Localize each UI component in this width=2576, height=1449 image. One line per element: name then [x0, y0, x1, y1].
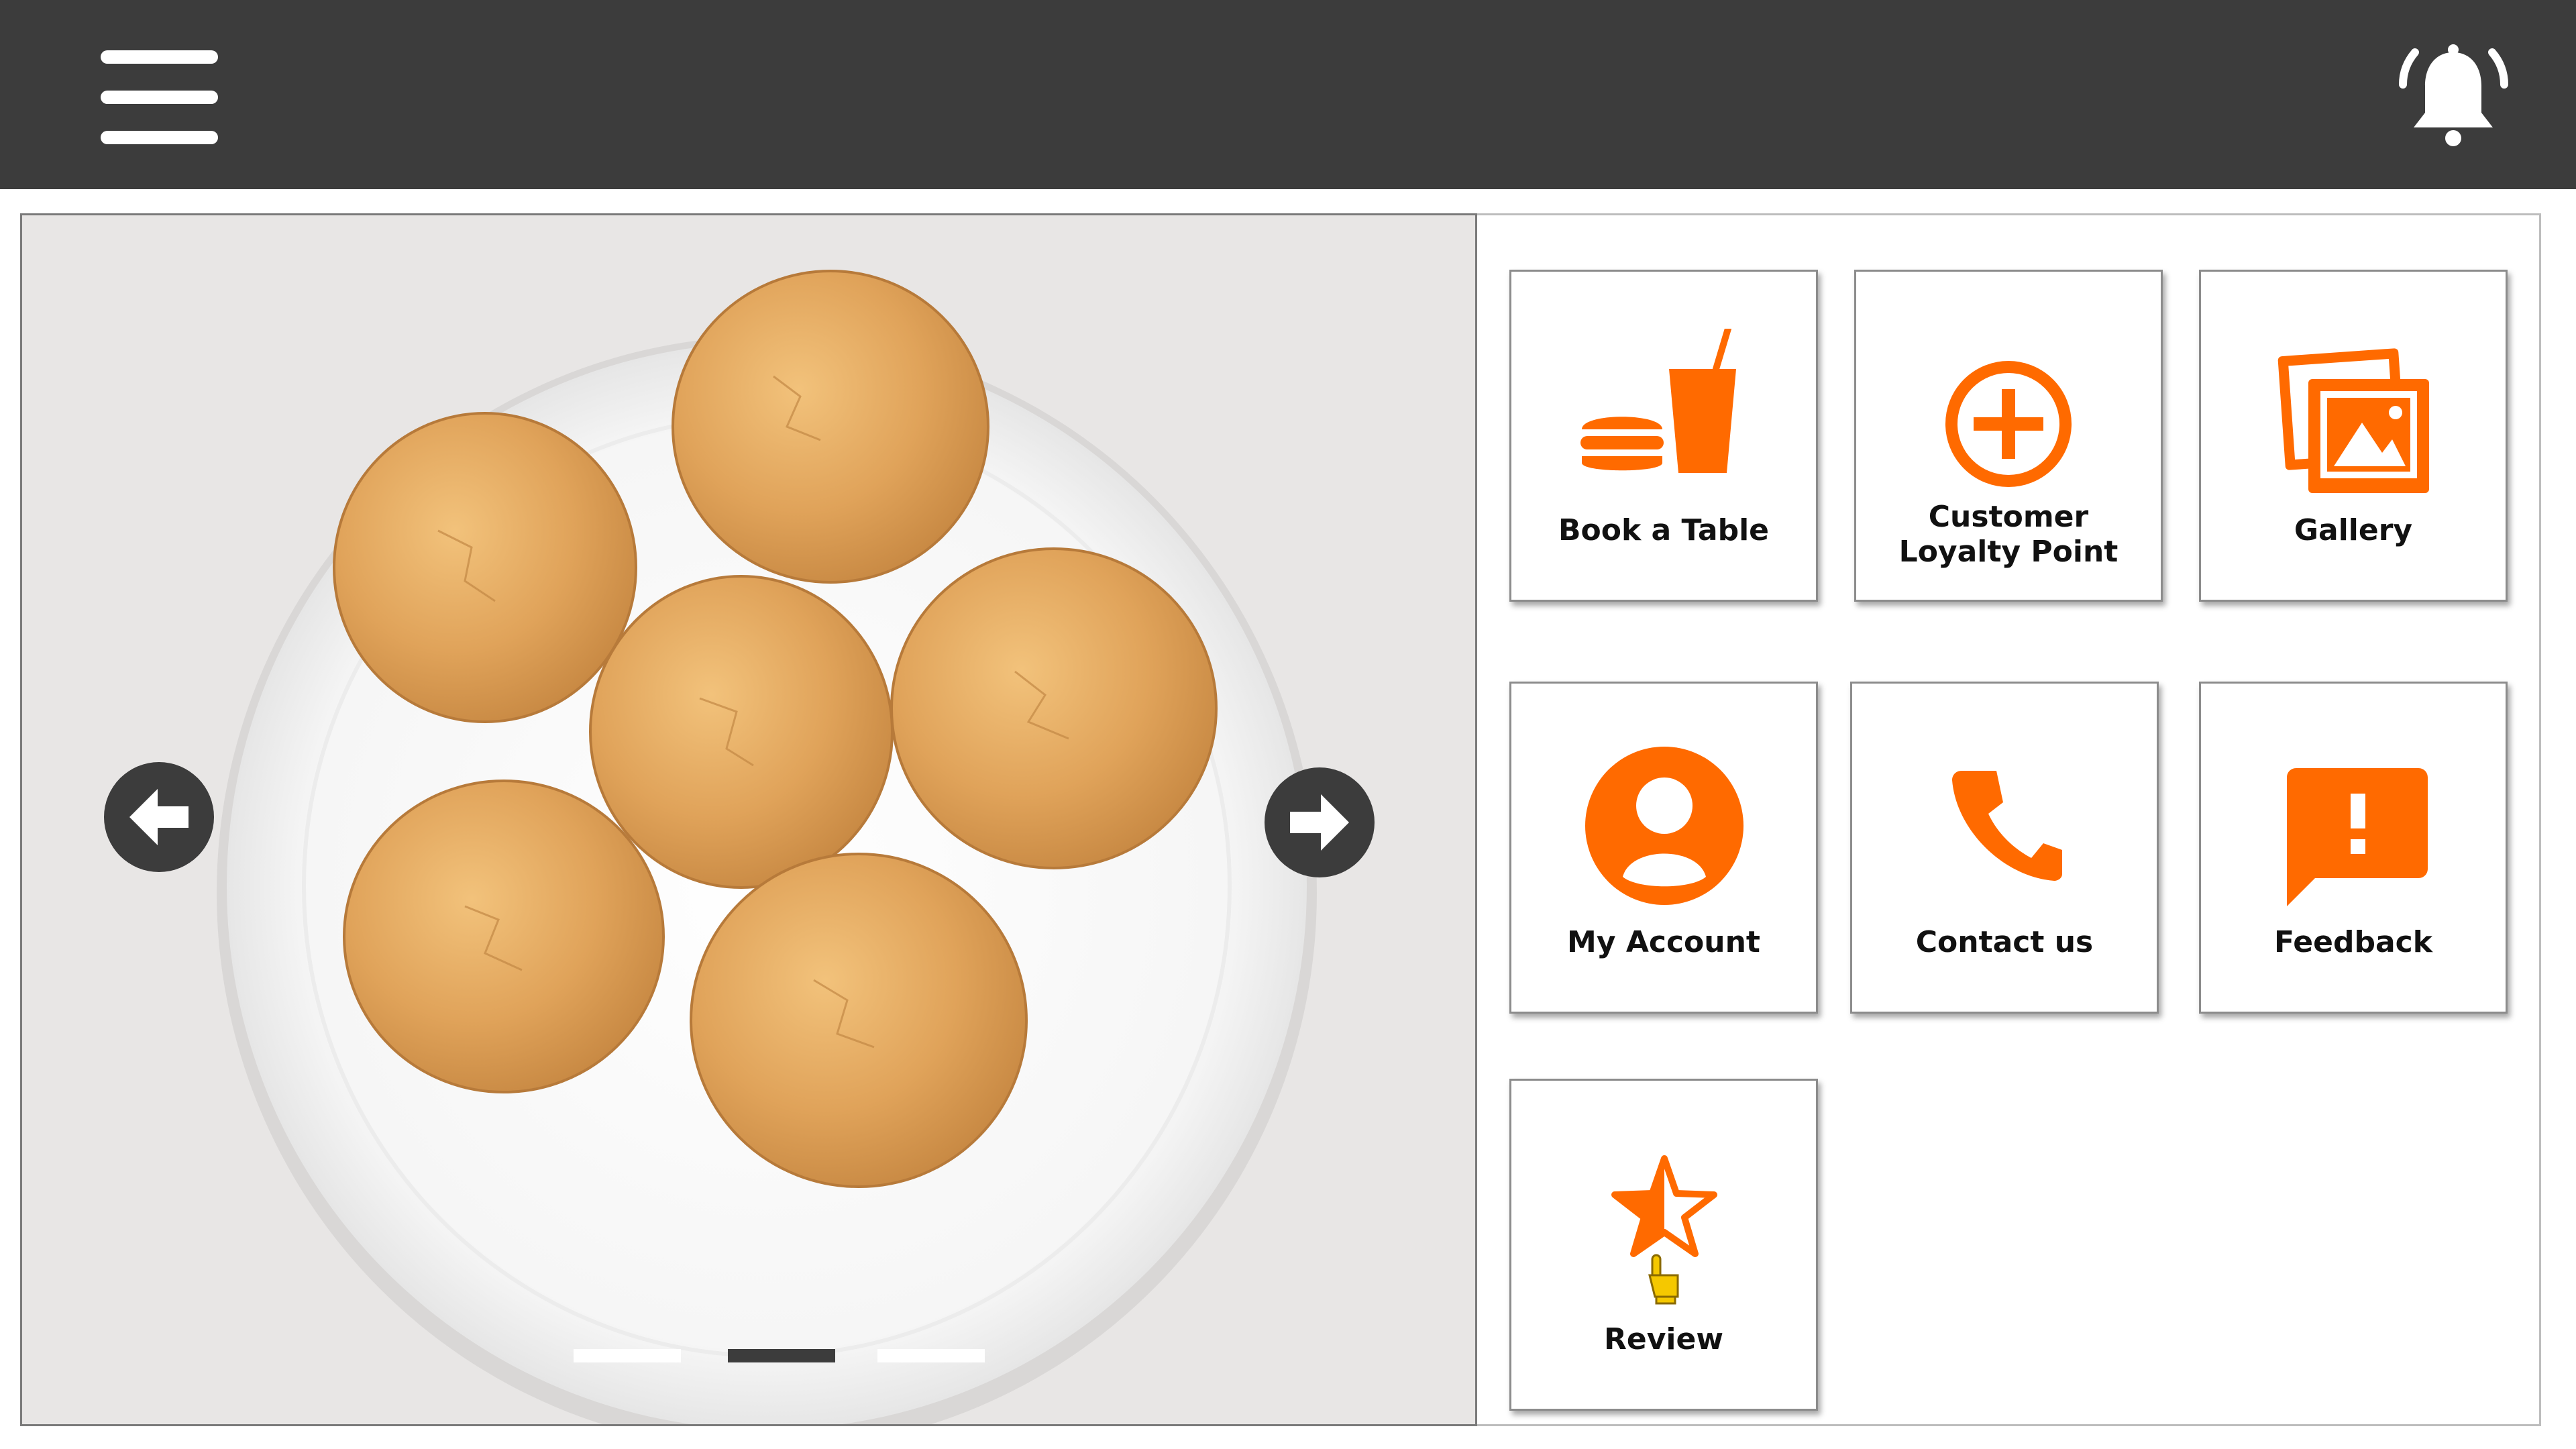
slide-indicator-1[interactable]: [574, 1349, 681, 1362]
phone-icon: [1852, 684, 2157, 905]
menu-line: [101, 50, 218, 64]
slide-indicator-3[interactable]: [877, 1349, 985, 1362]
plus-circle-icon: [1856, 272, 2161, 493]
tile-label: Customer Loyalty Point: [1898, 500, 2118, 569]
gallery-icon: [2201, 272, 2506, 493]
image-carousel: [20, 213, 1477, 1426]
customer-loyalty-point-tile[interactable]: Customer Loyalty Point: [1854, 270, 2163, 602]
menu-line: [101, 131, 218, 144]
bell-icon[interactable]: [2395, 39, 2512, 156]
slide-indicator-2-active[interactable]: [728, 1349, 835, 1362]
tile-label: Contact us: [1915, 925, 2094, 959]
tile-label: My Account: [1567, 925, 1760, 959]
arrow-right-icon[interactable]: [1265, 767, 1375, 877]
arrow-left-icon[interactable]: [104, 762, 214, 872]
account-icon: [1511, 684, 1816, 905]
hamburger-menu-icon[interactable]: [101, 50, 218, 144]
my-account-tile[interactable]: My Account: [1509, 682, 1818, 1014]
top-bar: [0, 0, 2576, 189]
menu-line: [101, 91, 218, 104]
tile-label: Feedback: [2274, 925, 2432, 959]
feedback-tile[interactable]: Feedback: [2199, 682, 2508, 1014]
tile-label: Review: [1604, 1322, 1723, 1356]
tile-label: Gallery: [2294, 513, 2413, 547]
book-a-table-tile[interactable]: Book a Table: [1509, 270, 1818, 602]
review-tile[interactable]: Review: [1509, 1079, 1818, 1411]
cookies-plate-image: [22, 215, 1475, 1424]
tile-label: Book a Table: [1558, 513, 1770, 547]
feedback-icon: [2201, 684, 2506, 906]
star-icon: [1511, 1081, 1816, 1305]
food-drink-icon: [1511, 272, 1816, 493]
hand-pointer-icon: [1648, 1254, 1679, 1305]
gallery-tile[interactable]: Gallery: [2199, 270, 2508, 602]
contact-us-tile[interactable]: Contact us: [1850, 682, 2159, 1014]
